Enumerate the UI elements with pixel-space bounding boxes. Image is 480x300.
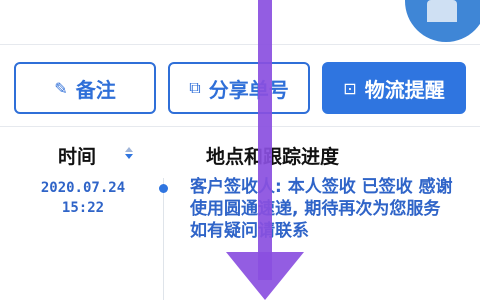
actions-divider <box>0 126 480 127</box>
entry-status-text: 客户签收人: 本人签收 已签收 感谢使用圆通速递, 期待再次为您服务 如有疑问请… <box>190 177 453 241</box>
share-number-button[interactable]: ⧉ 分享单号 <box>168 62 310 114</box>
share-icon: ⧉ <box>189 78 201 97</box>
entry-time: 15:22 <box>61 200 105 216</box>
edit-icon: ✎ <box>54 78 68 98</box>
entry-date: 2020.07.24 <box>40 180 126 196</box>
progress-column-header: 地点和跟踪进度 <box>206 146 340 168</box>
avatar-glyph <box>427 0 457 22</box>
time-column-header: 时间 <box>58 146 97 168</box>
logistics-page: ✎ 备注 ⧉ 分享单号 ⊡ 物流提醒 时间 地点和跟踪进度 2020.07.24… <box>0 0 480 300</box>
top-divider <box>0 44 480 45</box>
timeline-line <box>163 178 164 300</box>
reminder-button-label: 物流提醒 <box>364 77 445 102</box>
note-button[interactable]: ✎ 备注 <box>14 62 156 114</box>
share-button-label: 分享单号 <box>208 77 289 102</box>
logistics-reminder-button[interactable]: ⊡ 物流提醒 <box>322 62 466 114</box>
note-button-label: 备注 <box>75 77 116 102</box>
entry-timestamp: 2020.07.24 15:22 <box>28 178 138 218</box>
sort-icon[interactable] <box>124 146 134 160</box>
timeline-dot <box>159 184 168 193</box>
bookmark-icon: ⊡ <box>343 78 357 98</box>
